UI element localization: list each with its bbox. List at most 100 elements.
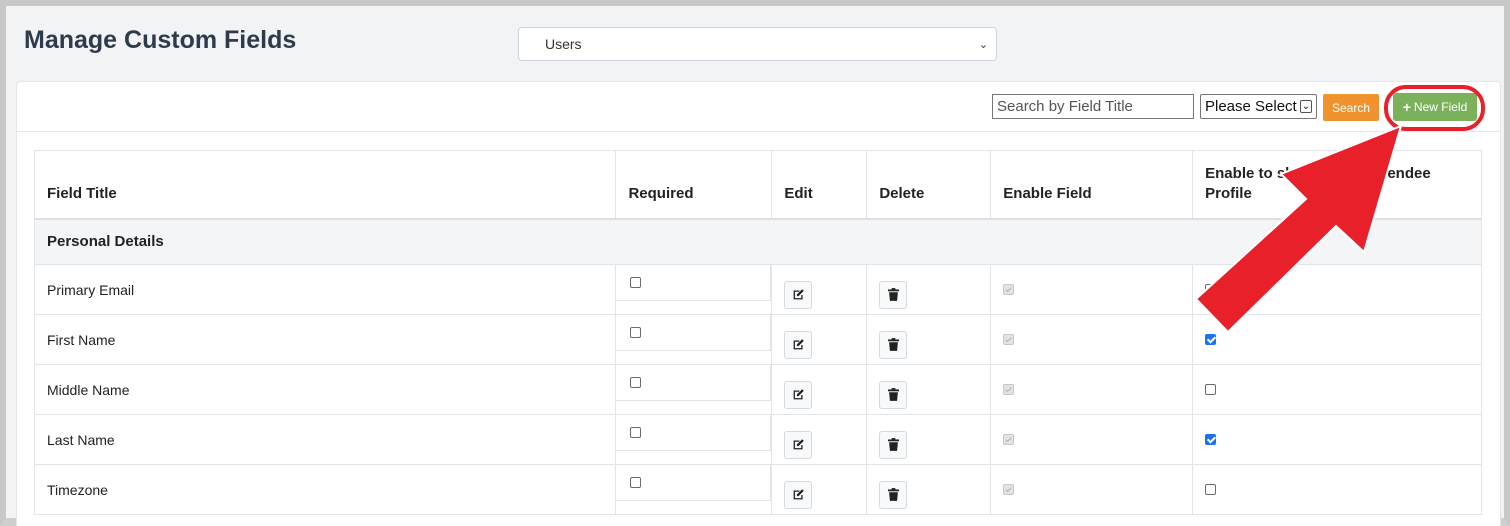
col-header-delete: Delete bbox=[866, 150, 992, 220]
field-title: Middle Name bbox=[33, 364, 617, 415]
enable-field-cell bbox=[990, 464, 1194, 515]
search-input[interactable] bbox=[992, 94, 1194, 119]
fields-card: Please Select ⌄ Search + New Field Field… bbox=[16, 81, 1501, 526]
edit-button[interactable] bbox=[784, 330, 813, 359]
edit-button[interactable] bbox=[784, 380, 813, 409]
enable-field-cell bbox=[990, 314, 1194, 365]
field-title: First Name bbox=[33, 314, 617, 365]
fields-table: Field Title Required Edit Delete Enable … bbox=[33, 150, 1482, 515]
show-profile-checkbox[interactable] bbox=[1205, 433, 1217, 445]
trash-icon bbox=[887, 338, 899, 351]
table-row: Last Name bbox=[33, 414, 1482, 465]
table-row: Middle Name bbox=[33, 364, 1482, 415]
trash-icon bbox=[887, 288, 899, 301]
enable-field-checkbox bbox=[1003, 283, 1015, 295]
delete-button[interactable] bbox=[879, 480, 908, 509]
enable-field-checkbox bbox=[1003, 333, 1015, 345]
edit-cell bbox=[771, 414, 868, 465]
enable-field-checkbox bbox=[1003, 483, 1015, 495]
edit-icon bbox=[793, 289, 804, 300]
toolbar: Please Select ⌄ Search + New Field bbox=[17, 82, 1500, 132]
chevron-down-icon: ⌄ bbox=[978, 39, 988, 51]
required-box bbox=[616, 265, 772, 301]
table-row: Timezone bbox=[33, 464, 1482, 515]
delete-button[interactable] bbox=[879, 380, 908, 409]
app-frame: Manage Custom Fields Users ⌄ Please Sele… bbox=[0, 0, 1510, 526]
trash-icon bbox=[887, 488, 899, 501]
show-profile-cell bbox=[1192, 464, 1482, 515]
group-row: Personal Details bbox=[34, 218, 1482, 265]
enable-field-cell bbox=[990, 364, 1194, 415]
delete-button[interactable] bbox=[879, 280, 908, 309]
delete-cell bbox=[866, 264, 992, 315]
module-select-value: Users bbox=[545, 36, 582, 52]
enable-field-checkbox bbox=[1003, 433, 1015, 445]
delete-button[interactable] bbox=[879, 330, 908, 359]
show-profile-checkbox[interactable] bbox=[1205, 333, 1217, 345]
col-header-edit: Edit bbox=[771, 150, 868, 220]
show-profile-checkbox[interactable] bbox=[1205, 283, 1217, 295]
edit-icon bbox=[793, 389, 804, 400]
table-header-row: Field Title Required Edit Delete Enable … bbox=[33, 150, 1482, 220]
required-box bbox=[616, 465, 772, 501]
edit-icon bbox=[793, 439, 804, 450]
col-header-enable-profile-part2: tendee bbox=[1382, 165, 1431, 183]
group-title: Personal Details bbox=[34, 218, 1482, 265]
show-profile-cell bbox=[1192, 264, 1482, 315]
edit-cell bbox=[771, 314, 868, 365]
table-row: Primary Email bbox=[33, 264, 1482, 315]
col-header-enable-profile-part3: Profile bbox=[1205, 185, 1252, 203]
show-profile-cell bbox=[1192, 364, 1482, 415]
filter-select-value: Please Select bbox=[1205, 98, 1297, 115]
show-profile-cell bbox=[1192, 314, 1482, 365]
col-header-enable-profile-part1: Enable to sh bbox=[1205, 165, 1295, 183]
delete-cell bbox=[866, 464, 992, 515]
show-profile-checkbox[interactable] bbox=[1205, 383, 1217, 395]
edit-cell bbox=[771, 464, 868, 515]
show-profile-checkbox[interactable] bbox=[1205, 483, 1217, 495]
field-title: Primary Email bbox=[33, 264, 617, 315]
required-cell bbox=[615, 314, 773, 365]
trash-icon bbox=[887, 388, 899, 401]
chevron-down-icon: ⌄ bbox=[1300, 100, 1312, 113]
required-cell bbox=[615, 364, 773, 415]
show-profile-cell bbox=[1192, 414, 1482, 465]
edit-button[interactable] bbox=[784, 280, 813, 309]
enable-field-cell bbox=[990, 264, 1194, 315]
required-checkbox[interactable] bbox=[630, 427, 642, 438]
col-header-required: Required bbox=[615, 150, 773, 220]
page-title: Manage Custom Fields bbox=[24, 26, 297, 54]
required-checkbox[interactable] bbox=[630, 377, 642, 388]
enable-field-checkbox bbox=[1003, 383, 1015, 395]
required-box bbox=[616, 415, 772, 451]
filter-select[interactable]: Please Select ⌄ bbox=[1200, 94, 1317, 119]
required-box bbox=[616, 365, 772, 401]
required-checkbox[interactable] bbox=[630, 477, 642, 488]
edit-icon bbox=[793, 489, 804, 500]
enable-field-cell bbox=[990, 414, 1194, 465]
delete-cell bbox=[866, 314, 992, 365]
edit-icon bbox=[793, 339, 804, 350]
required-cell bbox=[615, 264, 773, 315]
edit-cell bbox=[771, 364, 868, 415]
delete-cell bbox=[866, 414, 992, 465]
edit-button[interactable] bbox=[784, 480, 813, 509]
table-row: First Name bbox=[33, 314, 1482, 365]
required-cell bbox=[615, 414, 773, 465]
highlight-ring bbox=[1384, 85, 1485, 131]
trash-icon bbox=[887, 438, 899, 451]
col-header-enable-field: Enable Field bbox=[990, 150, 1194, 220]
required-checkbox[interactable] bbox=[630, 277, 642, 288]
field-title: Timezone bbox=[33, 464, 617, 515]
edit-cell bbox=[771, 264, 868, 315]
delete-cell bbox=[866, 364, 992, 415]
required-checkbox[interactable] bbox=[630, 327, 642, 338]
field-title: Last Name bbox=[33, 414, 617, 465]
search-button[interactable]: Search bbox=[1323, 94, 1379, 121]
delete-button[interactable] bbox=[879, 430, 908, 459]
module-select[interactable]: Users ⌄ bbox=[518, 27, 997, 61]
col-header-enable-profile: Enable to sh tendee Profile bbox=[1192, 150, 1482, 220]
col-header-field-title: Field Title bbox=[33, 150, 617, 220]
required-box bbox=[616, 315, 772, 351]
edit-button[interactable] bbox=[784, 430, 813, 459]
